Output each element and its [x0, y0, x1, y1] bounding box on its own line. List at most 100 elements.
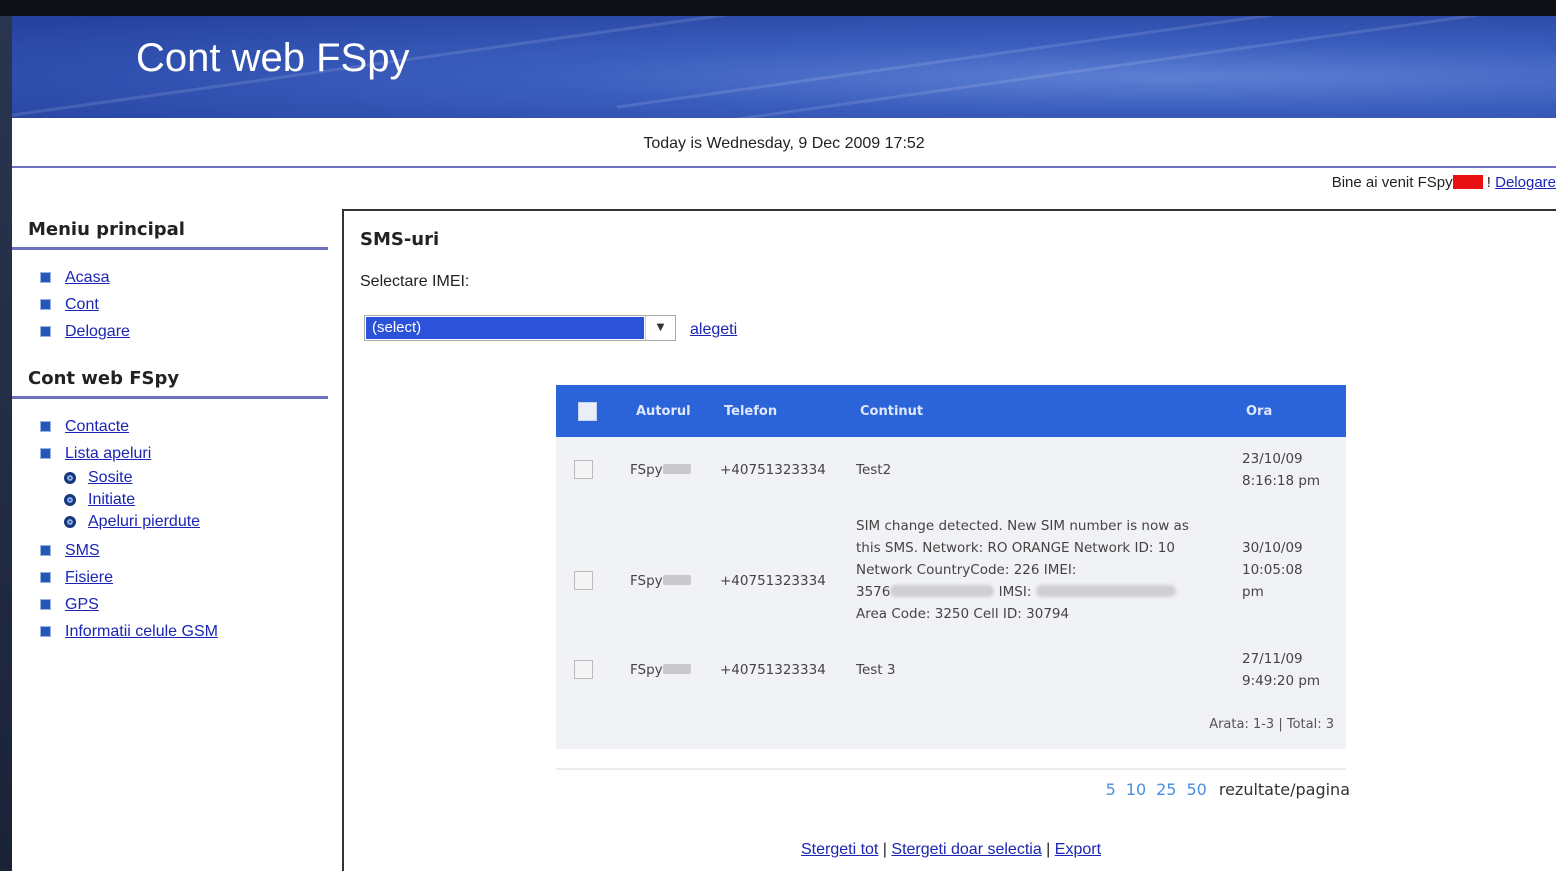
blurred-imei — [890, 585, 995, 597]
blurred-imsi — [1035, 585, 1176, 597]
main-menu-heading: Meniu principal — [12, 206, 328, 250]
sidebar-item-label[interactable]: GPS — [65, 596, 99, 614]
export-link[interactable]: Export — [1055, 841, 1101, 858]
ora-cell: 27/11/09 9:49:20 pm — [1242, 651, 1321, 689]
round-bullet-icon — [64, 472, 76, 484]
autor-cell: FSpy — [630, 659, 691, 681]
sidebar-item-label[interactable]: Cont — [65, 296, 99, 314]
page-size-10[interactable]: 10 — [1126, 780, 1146, 799]
sidebar-item-label[interactable]: Fisiere — [65, 569, 113, 587]
sidebar-subitem-label[interactable]: Sosite — [88, 469, 132, 487]
square-bullet-icon — [40, 421, 51, 432]
sidebar-item-label[interactable]: Contacte — [65, 418, 129, 436]
sidebar-item-label[interactable]: Delogare — [65, 323, 130, 341]
window-top-bar — [0, 0, 1556, 16]
sidebar-subitem-sosite[interactable]: Sosite — [40, 467, 328, 489]
page-size-25[interactable]: 25 — [1156, 780, 1176, 799]
page-size-50[interactable]: 50 — [1186, 780, 1206, 799]
continut-cell: SIM change detected. New SIM number is n… — [856, 515, 1189, 625]
page-size-label: rezultate/pagina — [1218, 780, 1350, 799]
alegeti-link[interactable]: alegeti — [690, 321, 737, 339]
logout-link-top[interactable]: Delogare — [1495, 174, 1556, 191]
square-bullet-icon — [40, 572, 51, 583]
main-menu: Acasa Cont Delogare — [12, 250, 328, 355]
sidebar-item-sms[interactable]: SMS — [40, 537, 328, 564]
autor-cell: FSpy — [630, 570, 691, 592]
page-size-5[interactable]: 5 — [1106, 780, 1116, 799]
telefon-cell: +40751323334 — [720, 462, 826, 478]
chevron-down-icon[interactable]: ▼ — [645, 316, 675, 340]
sidebar-item-informatii-celule[interactable]: Informatii celule GSM — [40, 618, 328, 645]
continut-cell: Test 3 — [856, 662, 896, 678]
sidebar-item-label[interactable]: Acasa — [65, 269, 109, 287]
row-checkbox[interactable] — [574, 571, 593, 590]
select-all-checkbox[interactable] — [578, 402, 597, 421]
continut-line: Area Code: 3250 Cell ID: 30794 — [856, 606, 1070, 622]
delete-selected-link[interactable]: Stergeti doar selectia — [891, 841, 1041, 858]
sidebar-item-lista-apeluri[interactable]: Lista apeluri — [40, 440, 328, 467]
continut-line: 3576 IMSI: — [856, 581, 1189, 603]
sidebar-subitem-apeluri-pierdute[interactable]: Apeluri pierdute — [40, 511, 328, 533]
site-banner: Cont web FSpy — [12, 16, 1556, 118]
column-header-autor[interactable]: Autorul — [636, 404, 691, 419]
welcome-separator: ! — [1482, 174, 1496, 191]
welcome-message: Bine ai venit FSpy ! Delogare — [1332, 174, 1556, 191]
column-header-telefon[interactable]: Telefon — [724, 404, 777, 419]
continut-cell: Test2 — [856, 462, 892, 478]
sidebar-item-cont[interactable]: Cont — [40, 291, 328, 318]
square-bullet-icon — [40, 299, 51, 310]
telefon-cell: +40751323334 — [720, 573, 826, 589]
sidebar-item-label[interactable]: Informatii celule GSM — [65, 623, 218, 641]
page-title: SMS-uri — [360, 229, 440, 250]
redacted-name — [662, 464, 691, 474]
autor-text: FSpy — [630, 462, 663, 478]
page-size-selector: 5 10 25 50 rezultate/pagina — [1106, 780, 1350, 799]
sidebar: Meniu principal Acasa Cont Delogare Cont… — [12, 206, 328, 655]
imei-select-value: (select) — [366, 317, 644, 339]
sidebar-subitem-label[interactable]: Apeluri pierdute — [88, 513, 200, 531]
square-bullet-icon — [40, 272, 51, 283]
imei-label: Selectare IMEI: — [360, 273, 470, 290]
redacted-name — [662, 664, 691, 674]
redacted-username — [1452, 175, 1483, 189]
imei-select[interactable]: (select) ▼ — [364, 315, 676, 341]
ora-cell: 23/10/09 8:16:18 pm — [1242, 448, 1320, 492]
sidebar-item-fisiere[interactable]: Fisiere — [40, 564, 328, 591]
web-page: Cont web FSpy Today is Wednesday, 9 Dec … — [12, 16, 1556, 871]
account-menu: Contacte Lista apeluri Sosite Initiate A… — [12, 399, 328, 655]
autor-text: FSpy — [630, 573, 663, 589]
table-row[interactable]: FSpy +40751323334 Test2 23/10/09 8:16:18 … — [556, 449, 1346, 497]
sidebar-subitem-label[interactable]: Initiate — [88, 491, 135, 509]
round-bullet-icon — [64, 516, 76, 528]
square-bullet-icon — [40, 326, 51, 337]
row-checkbox[interactable] — [574, 460, 593, 479]
telefon-cell: +40751323334 — [720, 662, 826, 678]
continut-line: this SMS. Network: RO ORANGE Network ID:… — [856, 540, 1175, 556]
current-date: Today is Wednesday, 9 Dec 2009 17:52 — [643, 135, 925, 152]
sidebar-item-acasa[interactable]: Acasa — [40, 264, 328, 291]
sidebar-subitem-initiate[interactable]: Initiate — [40, 489, 328, 511]
site-title: Cont web FSpy — [136, 36, 410, 80]
square-bullet-icon — [40, 599, 51, 610]
delete-all-link[interactable]: Stergeti tot — [801, 841, 878, 858]
round-bullet-icon — [64, 494, 76, 506]
sidebar-item-label[interactable]: SMS — [65, 542, 100, 560]
date-bar: Today is Wednesday, 9 Dec 2009 17:52 — [12, 118, 1556, 168]
ora-time: 8:16:18 pm — [1242, 473, 1321, 489]
column-header-continut[interactable]: Continut — [860, 404, 923, 419]
sidebar-item-delogare[interactable]: Delogare — [40, 318, 328, 345]
ora-cell: 30/10/09 10:05:08 pm — [1242, 540, 1303, 600]
redacted-name — [662, 575, 691, 585]
table-row[interactable]: FSpy +40751323334 Test 3 27/11/09 9:49:20… — [556, 649, 1346, 697]
table-header: Autorul Telefon Continut Ora — [556, 385, 1346, 437]
sidebar-item-gps[interactable]: GPS — [40, 591, 328, 618]
row-checkbox[interactable] — [574, 660, 593, 679]
column-header-ora[interactable]: Ora — [1246, 404, 1272, 419]
account-menu-heading: Cont web FSpy — [12, 355, 328, 399]
sidebar-item-contacte[interactable]: Contacte — [40, 413, 328, 440]
sidebar-item-label[interactable]: Lista apeluri — [65, 445, 151, 463]
divider — [556, 768, 1346, 770]
table-row[interactable]: FSpy +40751323334 SIM change detected. N… — [556, 515, 1346, 627]
main-content: SMS-uri Selectare IMEI: (select) ▼ alege… — [342, 209, 1556, 871]
autor-text: FSpy — [630, 662, 663, 678]
